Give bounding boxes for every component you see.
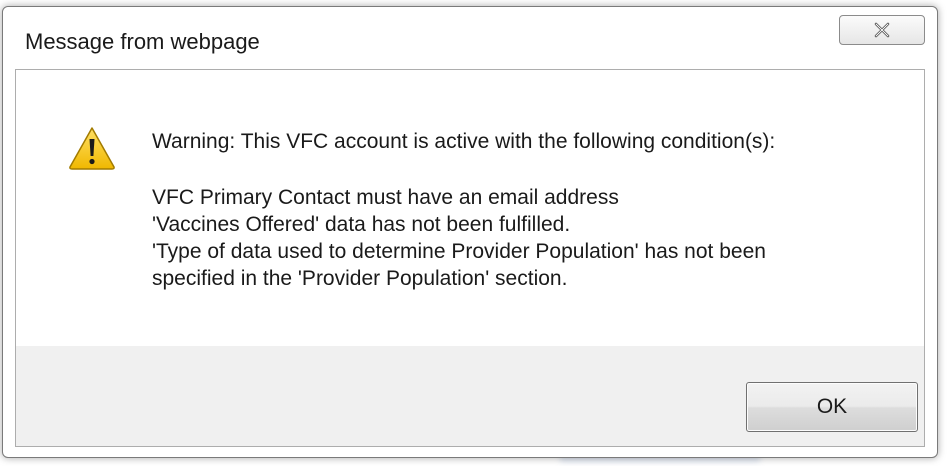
warning-heading: Warning: This VFC account is active with… xyxy=(152,130,776,153)
ok-button[interactable]: OK xyxy=(746,382,918,432)
condition-item: 'Type of data used to determine Provider… xyxy=(152,240,766,263)
dialog-titlebar[interactable]: Message from webpage xyxy=(3,7,937,69)
close-button[interactable] xyxy=(839,15,925,45)
conditions-list: VFC Primary Contact must have an email a… xyxy=(152,184,766,292)
warning-icon xyxy=(69,127,115,170)
message-dialog: Message from webpage Warning: This VFC a… xyxy=(2,6,938,458)
close-icon xyxy=(874,22,890,38)
message-area: Warning: This VFC account is active with… xyxy=(16,70,924,346)
button-bar: OK xyxy=(16,346,924,446)
dialog-body: Warning: This VFC account is active with… xyxy=(15,69,925,447)
dialog-title: Message from webpage xyxy=(25,29,260,54)
condition-item: 'Vaccines Offered' data has not been ful… xyxy=(152,213,571,236)
condition-item: VFC Primary Contact must have an email a… xyxy=(152,186,619,209)
condition-item: specified in the 'Provider Population' s… xyxy=(152,267,568,290)
